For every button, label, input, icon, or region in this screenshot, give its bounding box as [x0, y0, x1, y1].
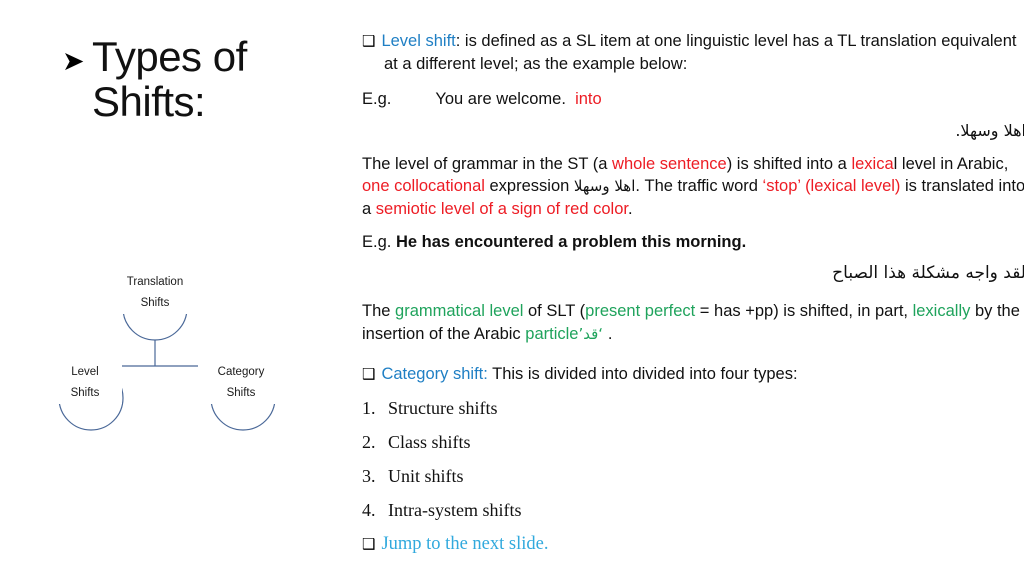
example-1-source: You are welcome.: [435, 90, 566, 109]
p1-seg-e: . The traffic word: [635, 177, 763, 196]
node-root-line-1: Translation: [126, 276, 184, 288]
node-category-line-1: Category: [217, 366, 265, 378]
list-item-label: Unit shifts: [388, 466, 464, 487]
p2-lexically: lexically: [912, 301, 971, 320]
square-bullet-icon: ❑: [362, 365, 376, 384]
list-item-number: 4.: [362, 500, 376, 521]
jump-to-next-slide-link[interactable]: Jump to the next slide: [381, 534, 543, 554]
list-item-label: Class shifts: [388, 432, 471, 453]
list-item: 4. Intra-system shifts: [362, 493, 1024, 527]
p1-one-collocational: one collocational: [362, 177, 485, 196]
example-2-line: E.g. He has encountered a problem this m…: [362, 231, 1024, 254]
square-bullet-icon: ❑: [362, 32, 376, 50]
jump-period: .: [543, 534, 549, 555]
p1-seg-a: The level of grammar in the ST (a: [362, 154, 613, 173]
list-item-number: 3.: [362, 466, 376, 487]
level-shift-definition: ❑ Level shift: is defined as a SL item at…: [362, 30, 1024, 76]
list-item-number: 1.: [362, 398, 376, 419]
arrow-bullet-icon: ➤: [62, 46, 85, 77]
p1-arabic-inline: اهلا وسهلا: [573, 177, 636, 196]
p1-seg-d: expression: [484, 177, 574, 196]
level-shift-explanation: The level of grammar in the ST (a whole …: [362, 153, 1024, 221]
p1-semiotic-level: semiotic level of a sign of red color: [375, 200, 628, 219]
p1-seg-c: level in Arabic,: [897, 154, 1009, 173]
category-shift-types-list: 1. Structure shifts 2. Class shifts 3. U…: [362, 391, 1024, 527]
diagram-node-translation-shifts: Translation Shifts: [112, 272, 198, 314]
p2-qad-arabic: ‘قد’: [578, 324, 608, 343]
example-1-into: into: [575, 90, 602, 109]
p1-seg-g: .: [627, 200, 633, 219]
p2-particle: particle: [525, 324, 579, 343]
title-text: Types of Shifts:: [92, 34, 247, 125]
body-content: ❑ Level shift: is defined as a SL item at…: [362, 30, 1024, 578]
p2-seg-e: .: [607, 324, 613, 343]
p1-seg-b: ) is shifted into a: [726, 154, 852, 173]
p1-stop: ‘stop’: [762, 177, 801, 196]
p2-seg-a: The: [362, 301, 396, 320]
p2-present-perfect: present perfect: [585, 301, 696, 320]
category-shift-term: Category shift:: [381, 365, 488, 384]
node-level-line-1: Level: [71, 366, 99, 378]
node-level-line-2: Shifts: [70, 387, 100, 399]
diagram-node-category-shifts: Category Shifts: [198, 362, 284, 404]
list-item-label: Intra-system shifts: [388, 500, 522, 521]
level-shift-term: Level shift: [381, 32, 456, 50]
title-line-2: Shifts:: [92, 78, 206, 126]
category-shift-heading: ❑ Category shift: This is divided into di…: [362, 363, 1024, 386]
p2-seg-c: = has +pp) is shifted, in part,: [695, 301, 913, 320]
example-2-source: He has encountered a problem this mornin…: [395, 232, 747, 251]
node-category-line-2: Shifts: [226, 387, 256, 399]
list-item-number: 2.: [362, 432, 376, 453]
page-title: ➤ Types of Shifts:: [62, 34, 342, 125]
p1-lexical-level: (lexical level): [805, 177, 901, 196]
example-1-label: E.g.: [362, 90, 392, 109]
jump-to-next-slide-row[interactable]: ❑ Jump to the next slide.: [362, 529, 1024, 559]
list-item: 3. Unit shifts: [362, 459, 1024, 493]
p1-lexica: lexica: [851, 154, 894, 173]
example-2-label: E.g.: [362, 232, 392, 251]
list-item-label: Structure shifts: [388, 398, 498, 419]
list-item: 1. Structure shifts: [362, 391, 1024, 425]
category-explanation: The grammatical level of SLT (present pe…: [362, 300, 1024, 346]
example-1-arabic: اهلا وسهلا.: [955, 121, 1024, 141]
p2-seg-b: of SLT (: [523, 301, 586, 320]
category-shift-definition: This is divided into divided into four t…: [487, 365, 798, 384]
square-bullet-icon: ❑: [362, 535, 376, 554]
p1-whole-sentence: whole sentence: [612, 154, 727, 173]
list-item: 2. Class shifts: [362, 425, 1024, 459]
node-root-line-2: Shifts: [140, 297, 170, 309]
diagram-node-level-shifts: Level Shifts: [48, 362, 122, 404]
example-1-line: E.g. You are welcome. into: [362, 88, 1024, 111]
title-line-1: Types of: [92, 33, 247, 80]
level-shift-definition-text: : is defined as a SL item at one linguis…: [384, 32, 1017, 74]
example-2-arabic: لقد واجه مشكلة هذا الصباح: [832, 263, 1024, 284]
p2-grammatical-level: grammatical level: [395, 301, 524, 320]
